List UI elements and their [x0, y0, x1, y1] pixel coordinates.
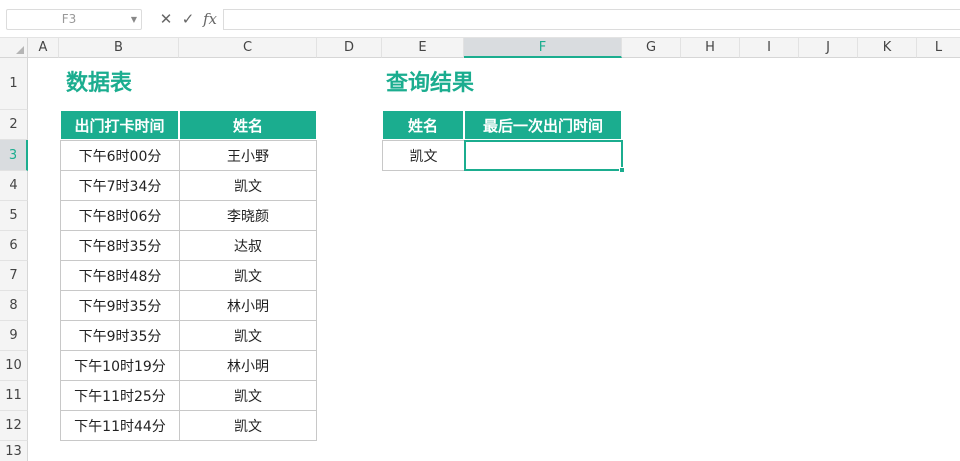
enter-icon[interactable]: ✓: [180, 9, 196, 29]
data-table-title[interactable]: 数据表: [66, 69, 132, 99]
row-header-12[interactable]: 12: [0, 411, 28, 441]
row-header-4[interactable]: 4: [0, 171, 28, 201]
fx-icon[interactable]: fx: [200, 9, 220, 29]
formula-bar: F3 ▼ ✕ ✓ fx: [0, 0, 960, 38]
column-header-b[interactable]: B: [59, 38, 179, 58]
table-row-time[interactable]: 下午8时48分: [60, 260, 180, 291]
query-table-title[interactable]: 查询结果: [386, 69, 474, 99]
row-header-3[interactable]: 3: [0, 140, 28, 171]
active-cell-selection[interactable]: [464, 140, 625, 173]
row-header-9[interactable]: 9: [0, 321, 28, 351]
name-box[interactable]: F3 ▼: [6, 9, 142, 30]
query-header-name[interactable]: 姓名: [382, 110, 464, 140]
table-row-time[interactable]: 下午9时35分: [60, 320, 180, 351]
row-header-13[interactable]: 13: [0, 441, 28, 461]
fill-handle[interactable]: [619, 167, 625, 173]
table-row-name[interactable]: 凯文: [179, 170, 317, 201]
column-header-j[interactable]: J: [799, 38, 858, 58]
row-header-11[interactable]: 11: [0, 381, 28, 411]
column-header-a[interactable]: A: [28, 38, 59, 58]
table-row-name[interactable]: 凯文: [179, 410, 317, 441]
table-row-name[interactable]: 李晓颜: [179, 200, 317, 231]
table-row-time[interactable]: 下午8时35分: [60, 230, 180, 261]
table-row-name[interactable]: 王小野: [179, 140, 317, 171]
data-table-header-time[interactable]: 出门打卡时间: [60, 110, 179, 140]
row-header-2[interactable]: 2: [0, 110, 28, 140]
table-row-time[interactable]: 下午11时44分: [60, 410, 180, 441]
table-row-time[interactable]: 下午8时06分: [60, 200, 180, 231]
query-name-cell[interactable]: 凯文: [382, 140, 465, 171]
table-row-name[interactable]: 凯文: [179, 380, 317, 411]
column-header-f[interactable]: F: [464, 38, 622, 58]
cancel-icon[interactable]: ✕: [158, 9, 174, 29]
select-all-corner[interactable]: [0, 38, 28, 58]
chevron-down-icon[interactable]: ▼: [131, 10, 137, 29]
table-row-time[interactable]: 下午10时19分: [60, 350, 180, 381]
column-header-d[interactable]: D: [317, 38, 382, 58]
table-row-time[interactable]: 下午9时35分: [60, 290, 180, 321]
column-header-c[interactable]: C: [179, 38, 317, 58]
data-table-header-name[interactable]: 姓名: [179, 110, 317, 140]
table-row-name[interactable]: 凯文: [179, 320, 317, 351]
row-header-1[interactable]: 1: [0, 58, 28, 110]
column-header-l[interactable]: L: [917, 38, 960, 58]
column-header-e[interactable]: E: [382, 38, 464, 58]
column-header-h[interactable]: H: [681, 38, 740, 58]
name-box-value: F3: [61, 12, 77, 26]
row-header-6[interactable]: 6: [0, 231, 28, 261]
row-header-5[interactable]: 5: [0, 201, 28, 231]
table-row-name[interactable]: 凯文: [179, 260, 317, 291]
table-row-name[interactable]: 林小明: [179, 290, 317, 321]
column-header-i[interactable]: I: [740, 38, 799, 58]
table-row-name[interactable]: 林小明: [179, 350, 317, 381]
table-row-time[interactable]: 下午6时00分: [60, 140, 180, 171]
row-header-10[interactable]: 10: [0, 351, 28, 381]
table-row-time[interactable]: 下午7时34分: [60, 170, 180, 201]
table-row-time[interactable]: 下午11时25分: [60, 380, 180, 411]
row-header-8[interactable]: 8: [0, 291, 28, 321]
table-row-name[interactable]: 达叔: [179, 230, 317, 261]
query-header-last-time[interactable]: 最后一次出门时间: [464, 110, 622, 140]
column-header-k[interactable]: K: [858, 38, 917, 58]
column-header-g[interactable]: G: [622, 38, 681, 58]
select-all-icon: [16, 46, 24, 54]
row-header-7[interactable]: 7: [0, 261, 28, 291]
formula-input[interactable]: [223, 9, 960, 30]
